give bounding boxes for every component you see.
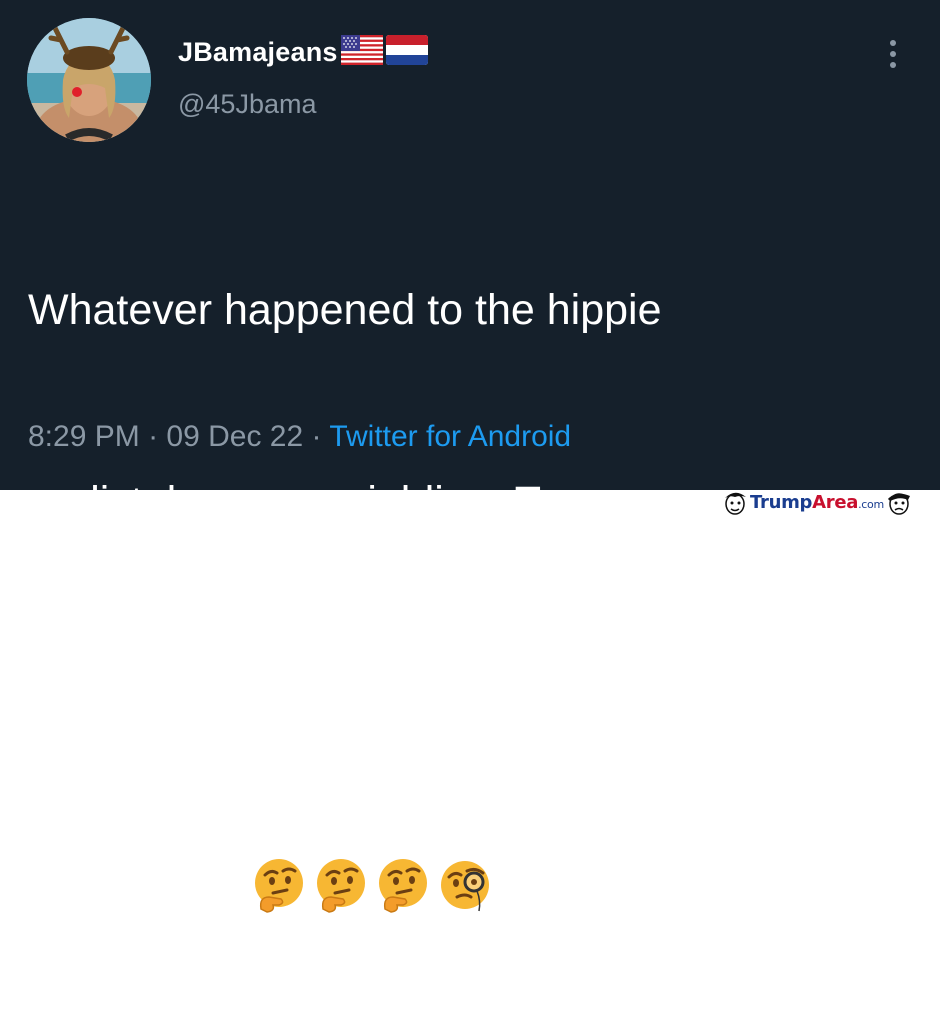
tweet-text-line: supporter that attacked Paul Pelosi? <box>28 670 719 718</box>
emoji-row <box>251 857 493 913</box>
face-with-monocle-icon <box>440 860 489 911</box>
watermark-trump: Trump <box>750 492 813 513</box>
tweet-metadata: 8:29 PM · 09 Dec 22 · Twitter for Androi… <box>28 420 571 454</box>
avatar-image <box>27 18 151 142</box>
display-name-row[interactable]: JBamajeans <box>178 35 428 70</box>
netherlands-flag-icon <box>385 35 428 70</box>
watermark-logo: TrumpArea.com <box>720 490 938 515</box>
watermark-com: .com <box>858 498 884 511</box>
caricature-face-icon <box>725 492 746 515</box>
more-dot-icon <box>890 40 896 46</box>
tweet-text: Whatever happened to the hippie nudist, … <box>28 150 908 1030</box>
thinking-face-icon <box>378 858 427 913</box>
us-flag-icon <box>340 35 383 70</box>
more-dot-icon <box>890 62 896 68</box>
thinking-face-icon <box>316 858 365 913</box>
watermark-text: TrumpArea.com <box>750 492 884 513</box>
tweet-source-link[interactable]: Twitter for Android <box>329 420 571 453</box>
display-name[interactable]: JBamajeans <box>178 37 338 68</box>
tweet-date[interactable]: 09 Dec 22 <box>166 420 303 453</box>
tweet-time[interactable]: 8:29 PM <box>28 420 140 453</box>
tweet-card: JBamajeans @45Jbama Whatever happened to… <box>0 0 940 913</box>
watermark-area: Area <box>812 492 859 513</box>
separator: · <box>311 420 322 453</box>
more-dot-icon <box>890 51 896 57</box>
avatar[interactable] <box>27 18 151 142</box>
tweet-text-line-last: MSM silent <box>28 854 908 918</box>
separator: · <box>148 420 159 453</box>
caricature-face-icon <box>887 493 910 515</box>
tweet-text-line: MSM silent <box>28 862 241 910</box>
tweet-text-line: Whatever happened to the hippie <box>28 286 662 334</box>
user-handle[interactable]: @45Jbama <box>178 89 316 120</box>
more-options-button[interactable] <box>878 36 908 72</box>
thinking-face-icon <box>254 858 303 913</box>
